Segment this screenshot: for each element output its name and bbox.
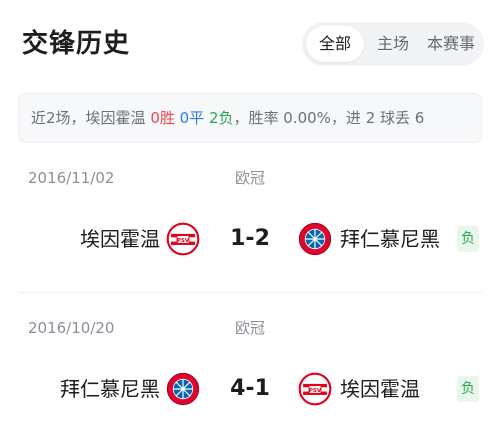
record-summary: 近2场，埃因霍温 0胜 0平 2负，胜率 0.00%，进 2 球丢 6 bbox=[18, 93, 482, 143]
svg-text:PSV: PSV bbox=[309, 388, 322, 394]
match-date: 2016/10/20 bbox=[28, 319, 115, 337]
tab-all[interactable]: 全部 bbox=[306, 26, 364, 62]
match-competition: 欧冠 bbox=[235, 319, 266, 337]
home-team-name: 埃因霍温 bbox=[80, 227, 160, 251]
match-score: 4-1 bbox=[230, 376, 270, 401]
away-team-name: 埃因霍温 bbox=[340, 377, 420, 401]
match-competition: 欧冠 bbox=[235, 169, 266, 187]
away-team-name: 拜仁慕尼黑 bbox=[340, 227, 440, 251]
head-to-head-card: 交锋历史 全部 主场 本赛事 近2场，埃因霍温 0胜 0平 2负，胜率 0.00… bbox=[0, 0, 500, 440]
summary-prefix: 近2场，埃因霍温 bbox=[31, 109, 151, 127]
tab-home[interactable]: 主场 bbox=[364, 26, 422, 62]
match-date: 2016/11/02 bbox=[28, 169, 115, 187]
tab-this-competition[interactable]: 本赛事 bbox=[422, 26, 480, 62]
filter-tabs: 全部 主场 本赛事 bbox=[302, 22, 484, 66]
result-badge: 负 bbox=[457, 376, 479, 402]
header: 交锋历史 全部 主场 本赛事 bbox=[22, 22, 484, 66]
summary-suffix: ，胜率 0.00%，进 2 球丢 6 bbox=[233, 109, 425, 127]
summary-draws: 0平 bbox=[179, 109, 205, 127]
section-title: 交锋历史 bbox=[22, 29, 131, 59]
summary-losses: 2负 bbox=[208, 109, 234, 127]
bayern-logo-icon bbox=[166, 372, 200, 406]
psv-logo-icon: PSV bbox=[298, 372, 332, 406]
psv-logo-icon: PSV bbox=[166, 222, 200, 256]
match-score: 1-2 bbox=[230, 226, 270, 251]
svg-text:PSV: PSV bbox=[177, 238, 190, 244]
bayern-logo-icon bbox=[298, 222, 332, 256]
home-team-name: 拜仁慕尼黑 bbox=[60, 377, 160, 401]
result-badge: 负 bbox=[457, 226, 479, 252]
divider bbox=[18, 292, 482, 293]
summary-wins: 0胜 bbox=[150, 109, 175, 127]
